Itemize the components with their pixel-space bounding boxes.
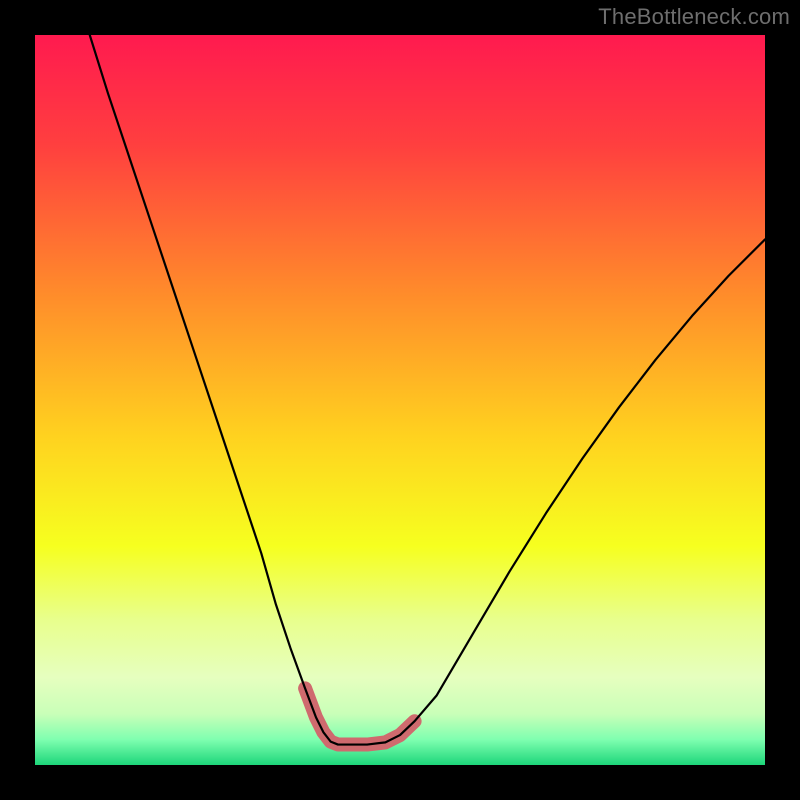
plot-area [35,35,765,765]
chart-frame: TheBottleneck.com [0,0,800,800]
watermark-text: TheBottleneck.com [598,4,790,30]
chart-svg [35,35,765,765]
gradient-background [35,35,765,765]
